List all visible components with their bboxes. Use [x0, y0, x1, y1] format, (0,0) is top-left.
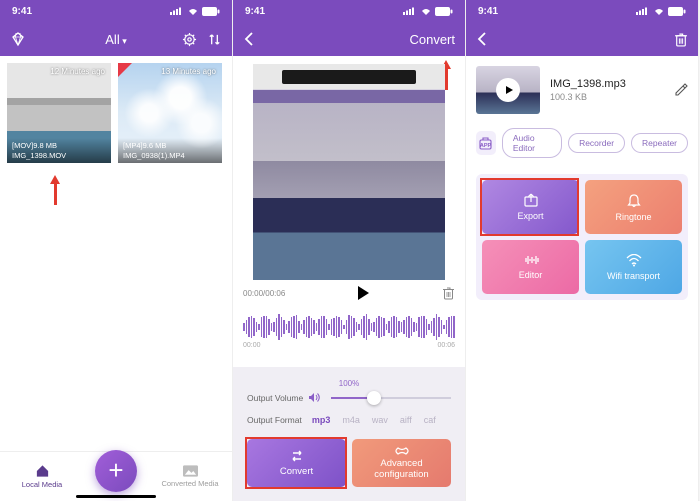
playback-controls: 00:00/00:06: [233, 280, 465, 306]
home-indicator: [76, 495, 156, 498]
status-time: 9:41: [478, 6, 498, 17]
tile-ringtone[interactable]: Ringtone: [585, 180, 682, 234]
tile-export[interactable]: Export: [482, 180, 579, 234]
volume-icon: [308, 392, 321, 403]
play-button[interactable]: [358, 286, 369, 300]
media-grid: 12 Minutes ago [MOV]9.8 MB IMG_1398.MOV …: [0, 56, 232, 170]
time-ago: 13 Minutes ago: [161, 67, 216, 76]
converter-header: Convert: [233, 22, 465, 56]
status-time: 9:41: [245, 6, 265, 17]
gear-icon[interactable]: [182, 32, 197, 47]
tile-editor[interactable]: Editor: [482, 240, 579, 294]
media-item[interactable]: 12 Minutes ago [MOV]9.8 MB IMG_1398.MOV: [7, 63, 111, 163]
screen-converter: 9:41 Convert 00:00/00:06 00:00 00:06 100…: [233, 0, 466, 501]
status-bar: 9:41: [466, 0, 698, 22]
battery-icon: [668, 7, 686, 16]
edit-icon[interactable]: [674, 83, 688, 97]
annotation-arrow: [50, 175, 60, 184]
video-preview[interactable]: [253, 64, 445, 280]
format-aiff[interactable]: aiff: [400, 415, 412, 425]
action-tiles: Export Ringtone Editor Wifi transport: [476, 174, 688, 300]
filter-dropdown[interactable]: All ▾: [105, 32, 126, 47]
battery-icon: [435, 7, 453, 16]
bottom-nav: Local Media + Converted Media: [0, 451, 232, 501]
convert-action[interactable]: Convert: [409, 32, 455, 47]
wifi-icon: [187, 7, 199, 15]
format-list: mp3 m4a wav aiff caf: [312, 415, 436, 425]
timecode: 00:00/00:06: [243, 289, 285, 298]
wifi-icon: [420, 7, 432, 15]
wifi-transport-icon: [625, 254, 643, 267]
image-icon: [183, 465, 198, 477]
convert-icon: [289, 449, 305, 463]
status-icons: [636, 7, 686, 16]
waveform-icon: [522, 254, 540, 266]
status-time: 9:41: [12, 6, 32, 17]
format-wav[interactable]: wav: [372, 415, 388, 425]
pill-audio-editor[interactable]: Audio Editor: [502, 128, 562, 158]
config-panel: 100% Output Volume Output Format mp3m4aw…: [233, 367, 465, 501]
back-icon[interactable]: [243, 31, 255, 47]
file-name: IMG_1398.mp3: [550, 78, 664, 90]
volume-slider[interactable]: [331, 397, 451, 399]
pill-recorder[interactable]: Recorder: [568, 133, 625, 153]
file-info-row: IMG_1398.mp3 100.3 KB: [466, 56, 698, 124]
file-size: 100.3 KB: [550, 92, 664, 102]
tile-wifi[interactable]: Wifi transport: [585, 240, 682, 294]
home-icon: [35, 464, 50, 478]
time-ago: 12 Minutes ago: [50, 67, 105, 76]
new-badge: [118, 63, 132, 77]
library-header: All ▾: [0, 22, 232, 56]
trash-icon[interactable]: [674, 32, 688, 47]
media-caption: [MOV]9.8 MB IMG_1398.MOV: [7, 138, 111, 163]
output-format-label: Output Format: [247, 415, 302, 425]
format-caf[interactable]: caf: [424, 415, 436, 425]
bell-icon: [627, 193, 641, 208]
export-icon: [523, 193, 539, 207]
format-mp3[interactable]: mp3: [312, 415, 331, 425]
nav-local-media[interactable]: Local Media: [12, 464, 72, 489]
tool-pills: APP Audio Editor Recorder Repeater: [466, 124, 698, 168]
add-button[interactable]: +: [95, 450, 137, 492]
convert-button[interactable]: Convert: [247, 439, 346, 487]
media-caption: [MP4]9.6 MB IMG_0938(1).MP4: [118, 138, 222, 163]
status-icons: [403, 7, 453, 16]
status-bar: 9:41: [0, 0, 232, 22]
signal-icon: [636, 7, 650, 15]
advanced-config-button[interactable]: Advanced configuration: [352, 439, 451, 487]
status-icons: [170, 7, 220, 16]
svg-text:APP: APP: [480, 143, 492, 149]
file-thumbnail[interactable]: [476, 66, 540, 114]
battery-icon: [202, 7, 220, 16]
nav-converted-media[interactable]: Converted Media: [160, 465, 220, 488]
waveform[interactable]: 00:00 00:06: [243, 314, 455, 349]
status-bar: 9:41: [233, 0, 465, 22]
infinity-icon: [393, 446, 411, 456]
sort-icon[interactable]: [207, 32, 222, 47]
wave-end: 00:06: [437, 342, 455, 349]
trash-icon[interactable]: [442, 286, 455, 300]
media-item[interactable]: 13 Minutes ago [MP4]9.6 MB IMG_0938(1).M…: [118, 63, 222, 163]
diamond-icon[interactable]: [10, 31, 26, 47]
back-icon[interactable]: [476, 31, 488, 47]
screen-result: 9:41 IMG_1398.mp3 100.3 KB APP Audio Edi…: [466, 0, 699, 501]
pill-repeater[interactable]: Repeater: [631, 133, 688, 153]
share-app-icon[interactable]: APP: [476, 131, 496, 155]
result-header: [466, 22, 698, 56]
play-icon: [496, 78, 520, 102]
screen-library: 9:41 All ▾ 12 Minutes ago [MOV]9.8 MB IM…: [0, 0, 233, 501]
signal-icon: [170, 7, 184, 15]
format-m4a[interactable]: m4a: [342, 415, 360, 425]
wave-start: 00:00: [243, 342, 261, 349]
signal-icon: [403, 7, 417, 15]
wifi-icon: [653, 7, 665, 15]
output-volume-label: Output Volume: [247, 393, 303, 403]
